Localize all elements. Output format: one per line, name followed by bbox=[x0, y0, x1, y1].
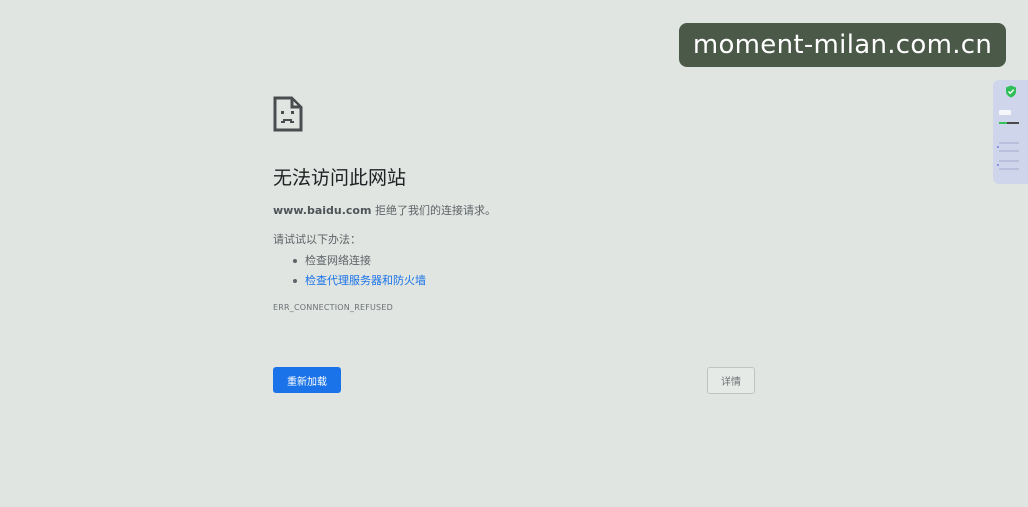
reload-button[interactable]: 重新加载 bbox=[273, 367, 341, 393]
speed-indicator bbox=[999, 110, 1023, 124]
side-floating-widget[interactable] bbox=[993, 80, 1028, 184]
widget-line bbox=[999, 142, 1019, 144]
status-dot-icon bbox=[997, 164, 999, 166]
widget-line bbox=[999, 160, 1019, 162]
watermark-overlay: moment-milan.com.cn bbox=[679, 23, 1006, 67]
status-dot-icon bbox=[997, 146, 999, 148]
widget-line bbox=[999, 150, 1019, 152]
bullet-icon bbox=[293, 279, 297, 283]
widget-line bbox=[999, 168, 1019, 170]
suggestions-heading: 请试试以下办法： bbox=[273, 233, 361, 246]
error-code: ERR_CONNECTION_REFUSED bbox=[273, 303, 393, 312]
error-message: www.baidu.com 拒绝了我们的连接请求。 bbox=[273, 203, 757, 219]
error-message-text: 拒绝了我们的连接请求。 bbox=[371, 204, 496, 217]
error-domain: www.baidu.com bbox=[273, 204, 372, 217]
error-page-content: 无法访问此网站 www.baidu.com 拒绝了我们的连接请求。 请试试以下办… bbox=[273, 96, 757, 394]
suggestion-check-proxy-firewall[interactable]: 检查代理服务器和防火墙 bbox=[273, 271, 757, 291]
suggestion-check-network: 检查网络连接 bbox=[273, 251, 757, 271]
suggestion-link[interactable]: 检查代理服务器和防火墙 bbox=[305, 274, 426, 287]
suggestion-label: 检查网络连接 bbox=[305, 254, 371, 267]
page-title: 无法访问此网站 bbox=[273, 167, 407, 189]
bullet-icon bbox=[293, 259, 297, 263]
suggestions-list: 检查网络连接 检查代理服务器和防火墙 bbox=[273, 251, 757, 291]
details-button[interactable]: 详情 bbox=[707, 367, 755, 394]
button-row: 重新加载 详情 bbox=[273, 367, 757, 395]
sad-document-icon bbox=[273, 96, 303, 132]
shield-check-icon bbox=[1006, 85, 1016, 98]
